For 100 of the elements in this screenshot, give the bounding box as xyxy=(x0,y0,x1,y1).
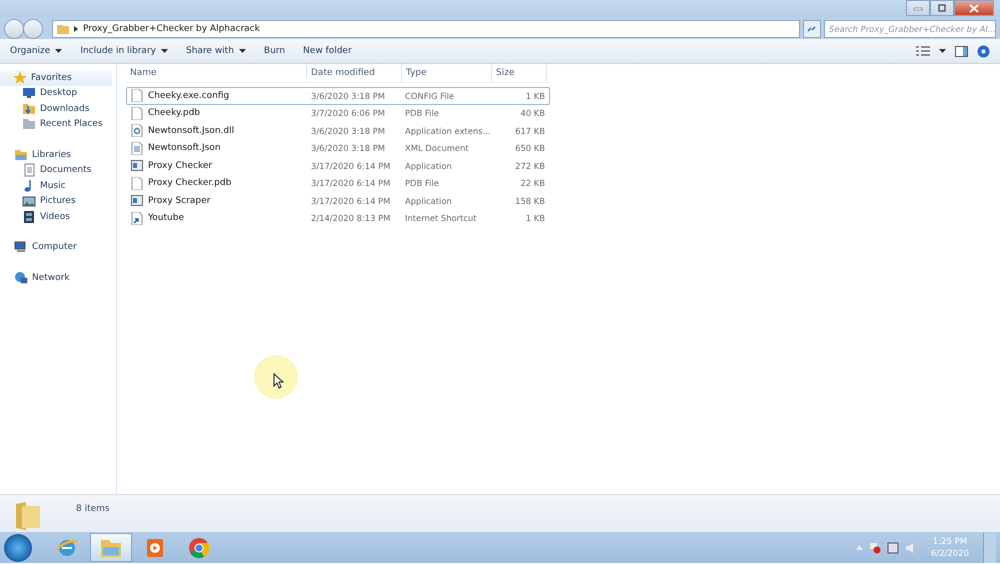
file-type: CONFIG File xyxy=(404,90,456,103)
browser-icon xyxy=(187,536,211,560)
refresh-button[interactable] xyxy=(803,20,821,38)
file-name: Cheeky.exe.config xyxy=(148,90,230,101)
file-date: 3/17/2020 6:14 PM xyxy=(310,177,392,190)
file-size: 617 KB xyxy=(514,124,546,138)
forward-button[interactable] xyxy=(23,18,43,38)
file-size: 22 KB xyxy=(519,177,546,190)
shortcut-icon xyxy=(131,212,143,225)
folder-icon xyxy=(22,102,36,116)
file-type: Application xyxy=(404,194,453,208)
sidebar-item[interactable]: Pictures xyxy=(0,194,112,209)
file-type: Application xyxy=(404,160,453,173)
toolbar-button[interactable]: Burn xyxy=(262,43,288,59)
file-row[interactable]: Proxy Checker.pdb 3/17/2020 6:14 PM PDB File 22 KB xyxy=(126,174,550,192)
file-name: Proxy Scraper xyxy=(148,196,210,206)
file-type: PDB File xyxy=(404,107,440,120)
film-icon xyxy=(22,210,36,224)
file-date: 3/6/2020 3:18 PM xyxy=(310,90,386,103)
caret-icon xyxy=(160,49,168,53)
file-date: 2/14/2020 8:13 PM xyxy=(310,212,392,226)
item-count: 8 items xyxy=(76,504,110,514)
star-icon xyxy=(13,70,27,85)
toolbar-button[interactable]: New folder xyxy=(301,43,354,59)
xml-document-icon xyxy=(131,142,143,155)
sidebar-item[interactable]: Documents xyxy=(0,162,112,178)
toolbar-button[interactable]: Share with xyxy=(184,43,248,59)
column-header[interactable]: Date modified xyxy=(307,64,402,82)
file-type: XML Document xyxy=(404,142,470,156)
file-row[interactable]: Cheeky.pdb 3/7/2020 6:06 PM PDB File 40 KB xyxy=(126,104,550,122)
file-name: Newtonsoft.Json xyxy=(148,143,221,154)
file-date: 3/17/2020 6:14 PM xyxy=(310,160,392,173)
application-icon xyxy=(131,194,143,208)
close-button[interactable] xyxy=(954,0,994,16)
restore-icon xyxy=(937,4,947,12)
file-type: Application extens... xyxy=(404,124,492,138)
file-row[interactable]: Newtonsoft.Json 3/6/2020 3:18 PM XML Document 650 KB xyxy=(126,140,550,157)
file-name: Proxy Checker.pdb xyxy=(148,178,232,188)
picture-icon xyxy=(22,194,36,208)
folder-icon xyxy=(22,117,36,132)
address-bar[interactable]: Proxy_Grabber+Checker by Alphacrack xyxy=(52,20,800,38)
column-header[interactable]: Name xyxy=(126,64,307,82)
file-date: 3/6/2020 3:18 PM xyxy=(310,124,386,138)
document-icon xyxy=(131,176,143,190)
folder-icon xyxy=(14,148,28,162)
file-row[interactable]: Cheeky.exe.config 3/6/2020 3:18 PM CONFIG File 1 KB xyxy=(126,87,550,104)
file-size: 40 KB xyxy=(519,107,546,120)
gear-document-icon xyxy=(131,124,143,138)
sidebar-item[interactable]: Computer xyxy=(0,240,112,255)
document-icon xyxy=(131,106,143,120)
sidebar-item[interactable]: Recent Places xyxy=(0,116,112,132)
document-icon xyxy=(131,89,143,102)
sidebar-item[interactable]: Network xyxy=(0,270,112,286)
preview-pane-icon[interactable] xyxy=(955,46,968,56)
column-header[interactable]: Size xyxy=(492,64,547,82)
file-name: Proxy Checker xyxy=(148,160,212,171)
file-name: Newtonsoft.Json.dll xyxy=(148,126,234,136)
file-date: 3/7/2020 6:06 PM xyxy=(310,107,386,120)
file-row[interactable]: Proxy Checker 3/17/2020 6:14 PM Application 272 KB xyxy=(126,157,550,174)
mouse-pointer-icon xyxy=(272,373,284,389)
file-row[interactable]: Youtube 2/14/2020 8:13 PM Internet Shortcut 1 KB xyxy=(126,210,550,227)
file-date: 3/17/2020 6:14 PM xyxy=(310,194,392,208)
file-row[interactable]: Newtonsoft.Json.dll 3/6/2020 3:18 PM Application extens... 617 KB xyxy=(126,122,550,140)
column-header[interactable]: Type xyxy=(402,64,492,82)
folder-icon xyxy=(57,22,69,34)
file-type: Internet Shortcut xyxy=(404,212,478,226)
help-icon[interactable] xyxy=(977,44,990,58)
file-name: Youtube xyxy=(148,213,184,224)
minimize-icon xyxy=(913,5,923,11)
file-type: PDB File xyxy=(404,177,440,190)
file-size: 650 KB xyxy=(514,142,546,156)
sidebar-item[interactable]: Music xyxy=(0,178,112,194)
sidebar-item[interactable]: Desktop xyxy=(0,86,112,101)
toolbar-button[interactable]: Include in library xyxy=(78,43,170,59)
caret-icon[interactable] xyxy=(939,49,946,53)
monitor-icon xyxy=(22,86,36,100)
file-size: 272 KB xyxy=(514,160,546,173)
file-date: 3/6/2020 3:18 PM xyxy=(310,142,386,156)
restore-button[interactable] xyxy=(930,0,954,16)
sidebar-item[interactable]: Downloads xyxy=(0,101,112,116)
back-button[interactable] xyxy=(4,18,24,38)
sidebar-item[interactable]: Videos xyxy=(0,209,112,224)
document-icon xyxy=(22,163,36,178)
application-icon xyxy=(131,159,143,172)
close-icon xyxy=(969,4,979,12)
file-size: 1 KB xyxy=(524,212,546,226)
taskbar-button[interactable] xyxy=(90,533,132,562)
caret-icon xyxy=(238,49,246,53)
file-size: 1 KB xyxy=(524,90,546,103)
toolbar-button[interactable]: Organize xyxy=(8,43,64,59)
chevron-icon[interactable] xyxy=(74,26,78,32)
computer-icon xyxy=(14,240,28,254)
caret-icon xyxy=(55,49,62,53)
file-name: Cheeky.pdb xyxy=(148,108,200,118)
sidebar-item[interactable]: Favorites xyxy=(0,70,112,86)
sidebar-item[interactable]: Libraries xyxy=(0,147,112,162)
file-row[interactable]: Proxy Scraper 3/17/2020 6:14 PM Application 158 KB xyxy=(126,192,550,210)
file-size: 158 KB xyxy=(514,194,546,208)
view-list-icon[interactable] xyxy=(916,46,930,56)
start-button[interactable] xyxy=(4,534,32,562)
